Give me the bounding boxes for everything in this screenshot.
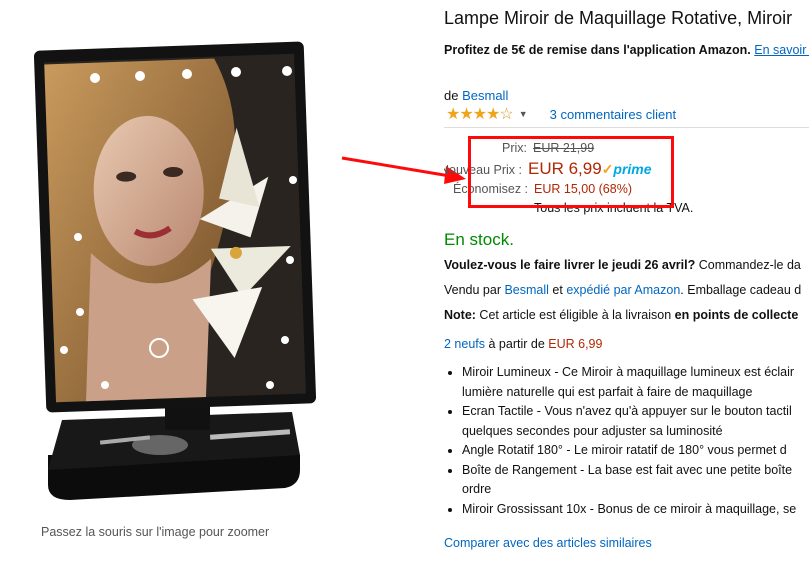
reviews-link[interactable]: 3 commentaires client xyxy=(550,107,676,122)
bullet-line: ordre xyxy=(462,482,492,496)
pickup-note: Note: Cet article est éligible à la livr… xyxy=(444,308,798,322)
rating-row: ★★★★☆ ▼ 3 commentaires client xyxy=(446,104,676,124)
product-info: Lampe Miroir de Maquillage Rotative, Mir… xyxy=(444,0,809,566)
promo-learn-more-link[interactable]: En savoir plu xyxy=(754,43,809,57)
price-highlight-box xyxy=(468,136,674,208)
star-half-icon: ★ xyxy=(486,106,500,123)
stock-status: En stock. xyxy=(444,230,514,249)
sold-by-suffix: . Emballage cadeau d xyxy=(680,283,802,297)
offers-line: 2 neufs à partir de EUR 6,99 xyxy=(444,337,602,351)
caret-down-icon[interactable]: ▼ xyxy=(519,109,528,119)
bullet-line: Boîte de Rangement - La base est fait av… xyxy=(462,462,793,477)
seller-link[interactable]: Besmall xyxy=(504,283,548,297)
star-icon: ★ xyxy=(472,106,487,123)
delivery-date: Voulez-vous le faire livrer le jeudi 26 … xyxy=(444,258,696,272)
shipped-by-link[interactable]: expédié par Amazon xyxy=(566,283,680,297)
note-bold: en points de collecte xyxy=(674,308,799,322)
bullet-line: Angle Rotatif 180° - Le miroir ratatif d… xyxy=(462,443,787,457)
bullet-line: quelques secondes pour adjuster sa lumin… xyxy=(462,423,723,438)
product-image[interactable] xyxy=(0,0,330,520)
star-icon: ★ xyxy=(446,106,460,123)
note-text: Cet article est éligible à la livraison xyxy=(475,308,675,322)
zoom-hint: Passez la souris sur l'image pour zoomer xyxy=(41,525,270,539)
offers-from-text: à partir de xyxy=(485,337,549,351)
delivery-rest: Commandez-le da xyxy=(695,258,801,272)
bullet-line: Ecran Tactile - Vous n'avez qu'à appuyer… xyxy=(462,404,792,418)
product-image-area[interactable]: Passez la souris sur l'image pour zoomer xyxy=(0,0,330,566)
bullet-line: Miroir Grossissant 10x - Bonus de ce mir… xyxy=(462,501,797,516)
brand-link[interactable]: Besmall xyxy=(462,88,508,103)
compare-similar-link[interactable]: Comparer avec des articles similaires xyxy=(444,536,652,550)
note-label: Note: xyxy=(444,308,476,322)
feature-bullet: Miroir Grossissant 10x - Bonus de ce mir… xyxy=(462,500,809,520)
by-prefix: de xyxy=(444,88,459,103)
star-icon: ★ xyxy=(459,106,473,123)
feature-bullet: Ecran Tactile - Vous n'avez qu'à appuyer… xyxy=(462,402,809,441)
bullet-line: Miroir Lumineux - Ce Miroir à maquillage… xyxy=(462,365,795,379)
promo-banner: Profitez de 5€ de remise dans l'applicat… xyxy=(444,43,809,57)
feature-bullet: Boîte de Rangement - La base est fait av… xyxy=(462,461,809,500)
divider xyxy=(444,127,809,128)
star-rating[interactable]: ★★★★☆ xyxy=(446,104,514,124)
product-title: Lampe Miroir de Maquillage Rotative, Mir… xyxy=(444,8,793,28)
feature-bullet: Angle Rotatif 180° - Le miroir ratatif d… xyxy=(462,441,809,461)
offers-from-price: EUR 6,99 xyxy=(548,337,603,351)
byline: de Besmall xyxy=(444,88,508,103)
new-offers-link[interactable]: 2 neufs xyxy=(444,337,485,351)
feature-bullets: Miroir Lumineux - Ce Miroir à maquillage… xyxy=(444,363,809,519)
star-empty-icon: ☆ xyxy=(499,106,513,123)
promo-text: Profitez de 5€ de remise dans l'applicat… xyxy=(444,43,751,57)
feature-bullet: Miroir Lumineux - Ce Miroir à maquillage… xyxy=(462,363,809,402)
delivery-line: Voulez-vous le faire livrer le jeudi 26 … xyxy=(444,258,801,272)
sold-by-mid: et xyxy=(548,283,567,297)
bullet-line: lumière naturelle qui est parfait à fair… xyxy=(462,384,753,399)
sold-by-line: Vendu par Besmall et expédié par Amazon.… xyxy=(444,283,801,297)
sold-by-prefix: Vendu par xyxy=(444,283,505,297)
